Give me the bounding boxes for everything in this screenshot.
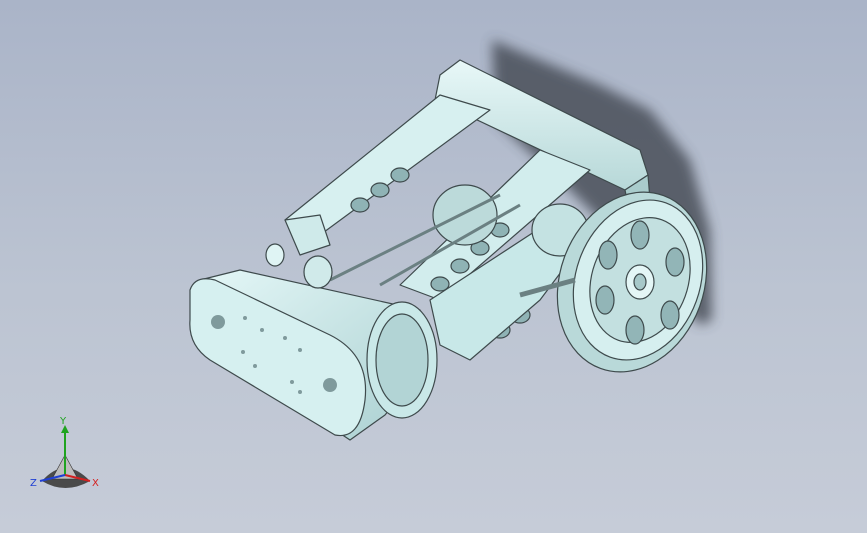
x-axis-label: X — [92, 478, 99, 489]
valve-cap — [265, 243, 285, 267]
axis-triad: Y X Z — [30, 416, 99, 489]
cylinder-end-ring — [375, 313, 429, 407]
cad-3d-viewport[interactable] — [0, 0, 867, 533]
z-axis-label: Z — [30, 478, 37, 489]
eccentric — [303, 255, 333, 289]
y-axis-label: Y — [59, 416, 67, 427]
